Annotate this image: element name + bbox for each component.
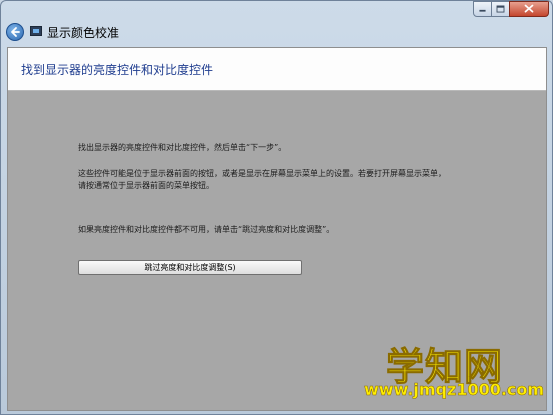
- minimize-button[interactable]: [473, 1, 492, 17]
- header-band: 找到显示器的亮度控件和对比度控件: [8, 48, 546, 91]
- window-title: 显示颜色校准: [47, 26, 120, 40]
- back-button[interactable]: [6, 23, 24, 41]
- watermark: 学知网 www.jmqz1000.com: [364, 336, 545, 402]
- caption-buttons: [473, 1, 549, 18]
- watermark-url: www.jmqz1000.com: [364, 380, 545, 400]
- page-heading: 找到显示器的亮度控件和对比度控件: [21, 63, 214, 77]
- calibration-window: 显示颜色校准 找到显示器的亮度控件和对比度控件 找出显示器的亮度控件和对比度控件…: [0, 0, 553, 415]
- instruction-text-2: 这些控件可能是位于显示器前面的按钮，或者是显示在屏幕显示菜单上的设置。若要打开屏…: [78, 169, 446, 178]
- title-bar: 显示颜色校准: [1, 1, 552, 41]
- display-icon: [30, 26, 42, 36]
- back-arrow-icon: [11, 27, 20, 37]
- close-button[interactable]: [509, 1, 549, 17]
- instruction-text-3: 请按通常位于显示器前面的菜单按钮。: [78, 181, 214, 190]
- minimize-icon: [479, 9, 486, 12]
- maximize-button[interactable]: [491, 1, 510, 17]
- maximize-icon: [496, 5, 505, 13]
- skip-adjustment-button[interactable]: 跳过亮度和对比度调整(S): [78, 260, 302, 275]
- close-icon: [524, 4, 534, 13]
- instruction-text-4: 如果亮度控件和对比度控件都不可用，请单击“跳过亮度和对比度调整”。: [78, 225, 335, 234]
- instruction-text-1: 找出显示器的亮度控件和对比度控件，然后单击“下一步”。: [78, 143, 287, 152]
